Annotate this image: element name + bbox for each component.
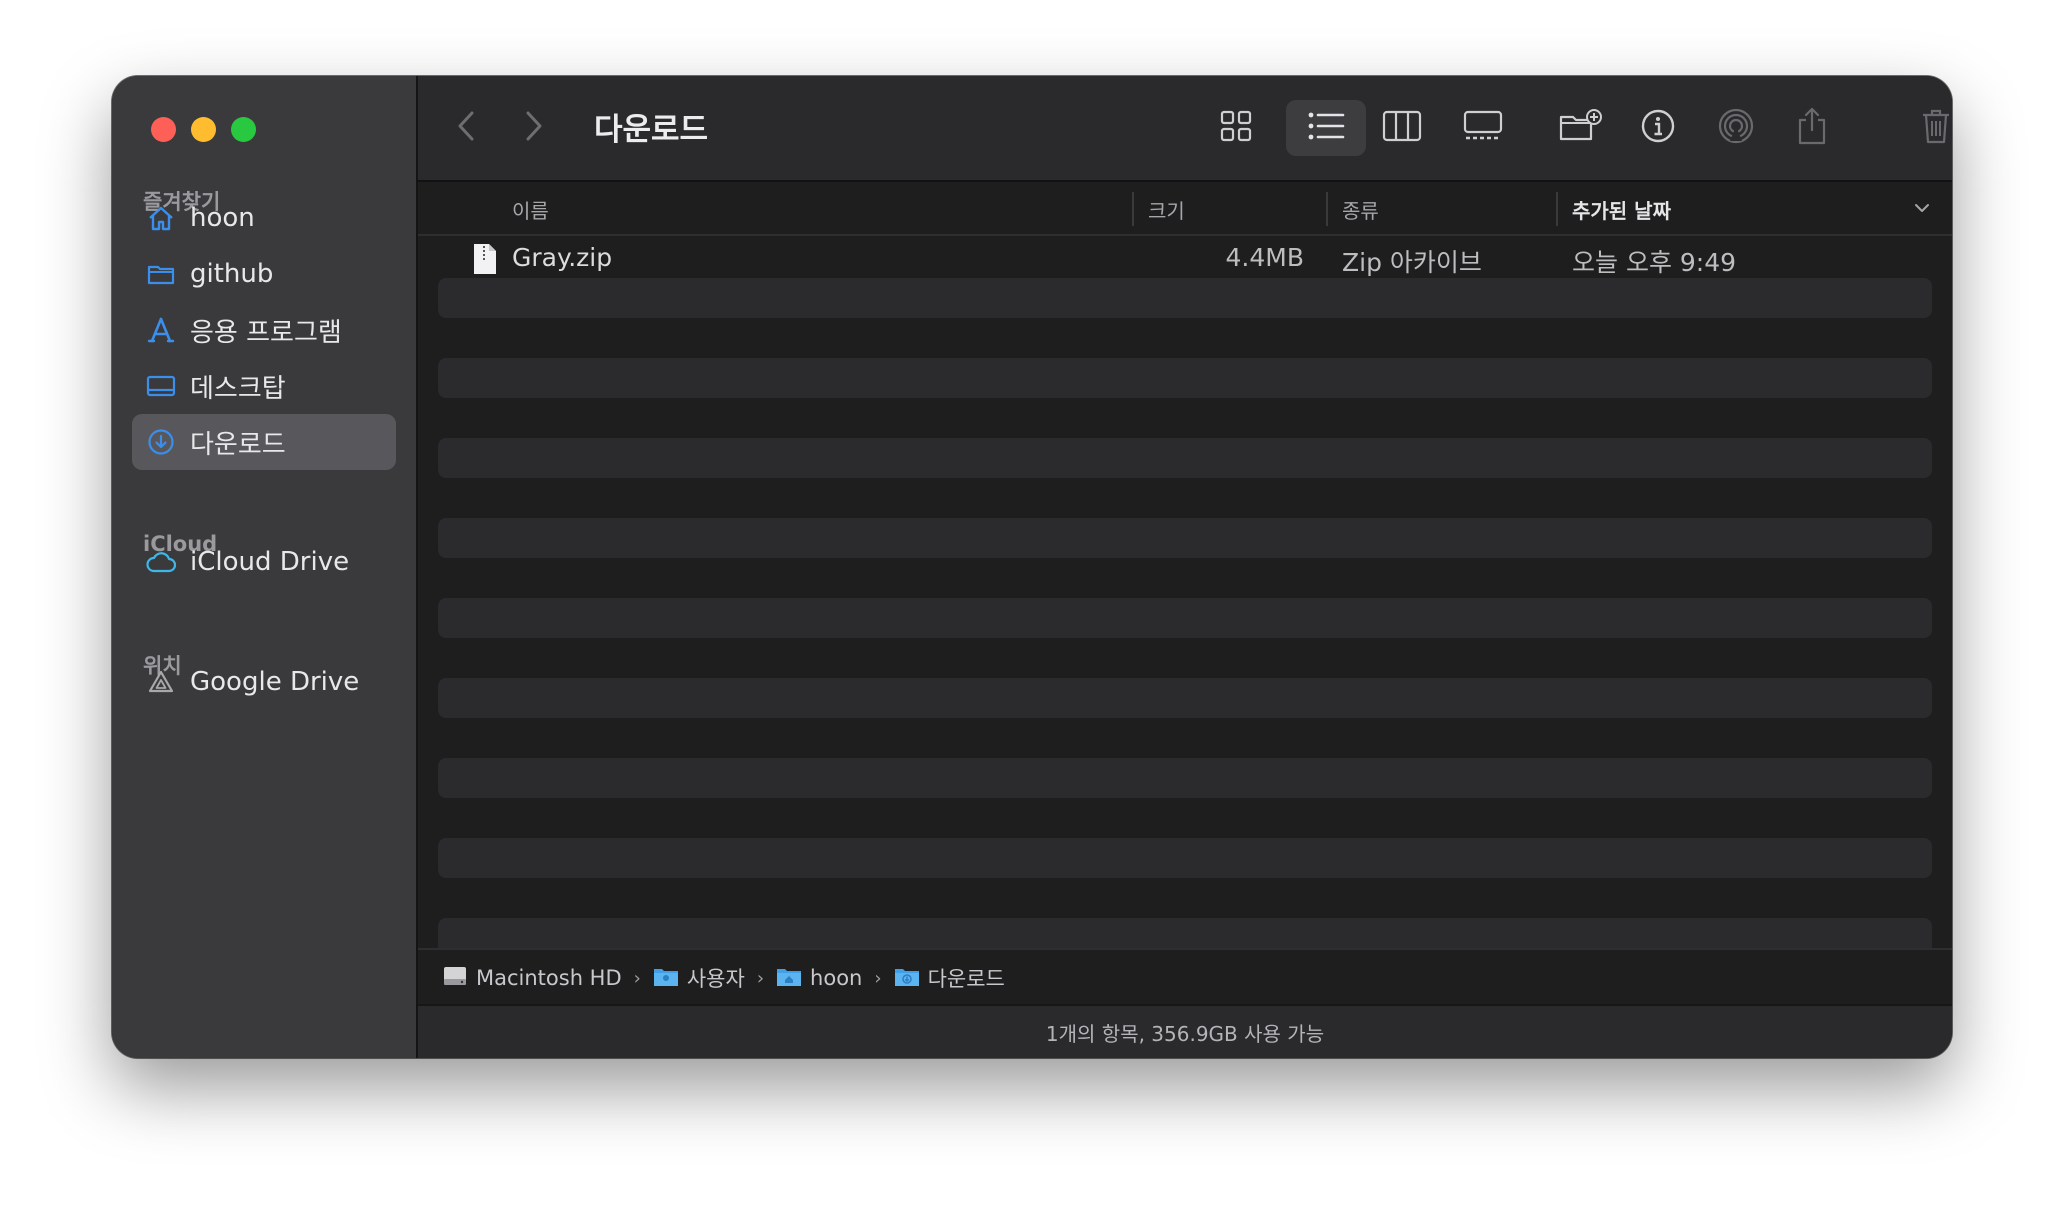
path-bar: Macintosh HD › 사용자 › hoon › 다운로드 [418,948,1952,1006]
file-date-added: 오늘 오후 9:49 [1572,248,1737,277]
file-row[interactable]: Gray.zip 4.4MB Zip 아카이브 오늘 오후 9:49 [438,238,1932,278]
sidebar-item-google-drive[interactable]: Google Drive [132,654,396,710]
desktop-icon [144,369,178,403]
column-divider[interactable] [1556,192,1558,226]
list-view-icon [1307,109,1345,147]
home-icon [144,201,178,235]
sidebar: 즐겨찾기 hoon github 응용 프로그램 데스크탑 다운로드 iClou… [112,76,418,1058]
file-name: Gray.zip [512,243,613,272]
column-name-header[interactable]: 이름 [512,195,549,224]
path-item-users[interactable]: 사용자 [653,963,745,993]
sidebar-item-downloads[interactable]: 다운로드 [132,414,396,470]
trash-icon [1920,107,1952,149]
zoom-window-button[interactable] [231,117,256,142]
empty-row [438,678,1932,718]
new-folder-icon [1558,108,1604,148]
main-content: 다운로드 이름 크기 종류 추가된 날짜 Gray.zip 4.4MB Zip … [418,76,1952,1058]
new-folder-button[interactable] [1554,101,1608,155]
list-view-button[interactable] [1286,100,1366,156]
hard-drive-icon [442,964,468,993]
sidebar-item-applications[interactable]: 응용 프로그램 [132,302,396,358]
chevron-right-icon: › [874,967,882,989]
back-icon [455,109,477,147]
path-item-label: Macintosh HD [476,966,622,990]
cloud-icon [144,545,178,579]
chevron-right-icon: › [633,967,641,989]
empty-row [438,358,1932,398]
file-kind: Zip 아카이브 [1342,248,1482,277]
window-title: 다운로드 [594,112,709,148]
status-text: 1개의 항목, 356.9GB 사용 가능 [1045,1021,1325,1046]
document-icon [472,243,498,279]
folder-icon [653,965,679,992]
empty-row [438,758,1932,798]
downloads-folder-icon [894,965,920,992]
share-icon [1796,106,1828,150]
forward-button[interactable] [516,108,552,148]
back-button[interactable] [448,108,484,148]
empty-row [438,438,1932,478]
path-item-label: 사용자 [686,967,745,991]
folder-icon [144,257,178,291]
file-list: Gray.zip 4.4MB Zip 아카이브 오늘 오후 9:49 [438,238,1932,948]
column-divider[interactable] [1326,192,1328,226]
google-drive-icon [144,665,178,699]
sidebar-item-icloud-drive[interactable]: iCloud Drive [132,534,396,590]
minimize-window-button[interactable] [191,117,216,142]
sidebar-item-label: iCloud Drive [190,547,350,577]
column-date-added-header[interactable]: 추가된 날짜 [1572,195,1671,224]
applications-icon [144,313,178,347]
sidebar-item-hoon[interactable]: hoon [132,190,396,246]
finder-window: 즐겨찾기 hoon github 응용 프로그램 데스크탑 다운로드 iClou… [112,76,1952,1058]
empty-row [438,278,1932,318]
chevron-right-icon: › [756,967,765,989]
get-info-button[interactable] [1634,101,1682,155]
sidebar-item-label: hoon [190,203,255,233]
toolbar: 다운로드 [418,76,1952,182]
home-folder-icon [776,965,802,992]
airdrop-button[interactable] [1712,101,1760,155]
empty-row [438,518,1932,558]
forward-icon [523,109,545,147]
sidebar-item-desktop[interactable]: 데스크탑 [132,358,396,414]
column-divider[interactable] [1132,192,1134,226]
sidebar-item-label: Google Drive [190,667,360,697]
sidebar-item-label: 데스크탑 [190,373,286,404]
gallery-view-button[interactable] [1454,101,1512,155]
airdrop-icon [1717,107,1755,149]
path-item-hoon[interactable]: hoon [776,965,862,992]
column-kind-header[interactable]: 종류 [1342,195,1379,224]
empty-row [438,838,1932,878]
icon-view-button[interactable] [1212,101,1260,155]
share-button[interactable] [1790,100,1834,156]
status-bar: 1개의 항목, 356.9GB 사용 가능 [418,1004,1952,1058]
sort-chevron-down-icon[interactable] [1912,198,1932,222]
sidebar-item-label: 응용 프로그램 [190,317,342,348]
path-item-label: hoon [810,966,863,990]
sidebar-item-github[interactable]: github [132,246,396,302]
column-view-button[interactable] [1374,101,1430,155]
sidebar-item-label: 다운로드 [190,429,286,460]
close-window-button[interactable] [151,117,176,142]
file-size: 4.4MB [1225,243,1304,272]
sidebar-item-label: github [190,259,274,289]
path-item-macintosh-hd[interactable]: Macintosh HD [442,964,622,993]
info-icon [1640,108,1676,148]
gallery-view-icon [1462,109,1504,147]
download-icon [144,425,178,459]
column-size-header[interactable]: 크기 [1148,195,1185,224]
icon-view-icon [1219,109,1253,147]
column-header: 이름 크기 종류 추가된 날짜 [418,182,1952,236]
trash-button[interactable] [1914,100,1952,156]
column-view-icon [1382,109,1422,147]
empty-row [438,918,1932,948]
path-item-label: 다운로드 [927,967,1005,991]
path-item-downloads[interactable]: 다운로드 [894,963,1005,993]
empty-row [438,598,1932,638]
